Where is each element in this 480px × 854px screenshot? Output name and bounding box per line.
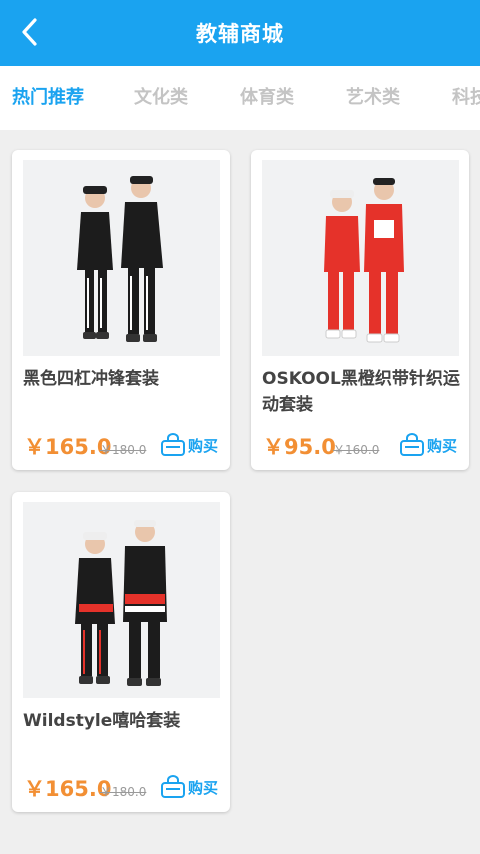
- page-title: 教辅商城: [196, 22, 284, 46]
- product-price: ￥95.0: [263, 435, 336, 459]
- buy-button[interactable]: 购买: [399, 432, 457, 458]
- tab-culture[interactable]: 文化类: [134, 66, 188, 130]
- buy-label: 购买: [188, 778, 219, 797]
- tab-technology[interactable]: 科技: [452, 66, 480, 130]
- product-image[interactable]: [23, 502, 220, 698]
- product-card[interactable]: OSKOOL黑橙织带针织运动套装 ￥95.0 ￥160.0 购买: [251, 150, 469, 470]
- buy-button[interactable]: 购买: [160, 432, 218, 458]
- top-bar: 教辅商城: [0, 0, 480, 66]
- product-name: OSKOOL黑橙织带针织运动套装: [262, 369, 460, 415]
- buy-label: 购买: [188, 436, 219, 455]
- product-card[interactable]: 黑色四杠冲锋套装 ￥165.0 ￥180.0 购买: [12, 150, 230, 470]
- product-original-price: ￥160.0: [333, 443, 380, 457]
- tab-art[interactable]: 艺术类: [346, 66, 400, 130]
- buy-label: 购买: [427, 436, 458, 455]
- product-name: 黑色四杠冲锋套装: [23, 369, 159, 389]
- product-original-price: ￥180.0: [100, 785, 147, 799]
- product-image[interactable]: [23, 160, 220, 356]
- buy-button[interactable]: 购买: [160, 774, 218, 800]
- shopping-basket-icon: [161, 775, 185, 798]
- shopping-basket-icon: [400, 433, 424, 456]
- product-card[interactable]: Wildstyle嘻哈套装 ￥165.0 ￥180.0 购买: [12, 492, 230, 812]
- product-name: Wildstyle嘻哈套装: [23, 711, 181, 731]
- product-original-price: ￥180.0: [100, 443, 147, 457]
- tab-sports[interactable]: 体育类: [240, 66, 294, 130]
- category-tabs: 热门推荐 文化类 体育类 艺术类 科技: [0, 66, 480, 130]
- shopping-basket-icon: [161, 433, 185, 456]
- product-price: ￥165.0: [24, 777, 112, 801]
- product-image[interactable]: [262, 160, 459, 356]
- product-price: ￥165.0: [24, 435, 112, 459]
- tab-hot-recommend[interactable]: 热门推荐: [12, 66, 84, 130]
